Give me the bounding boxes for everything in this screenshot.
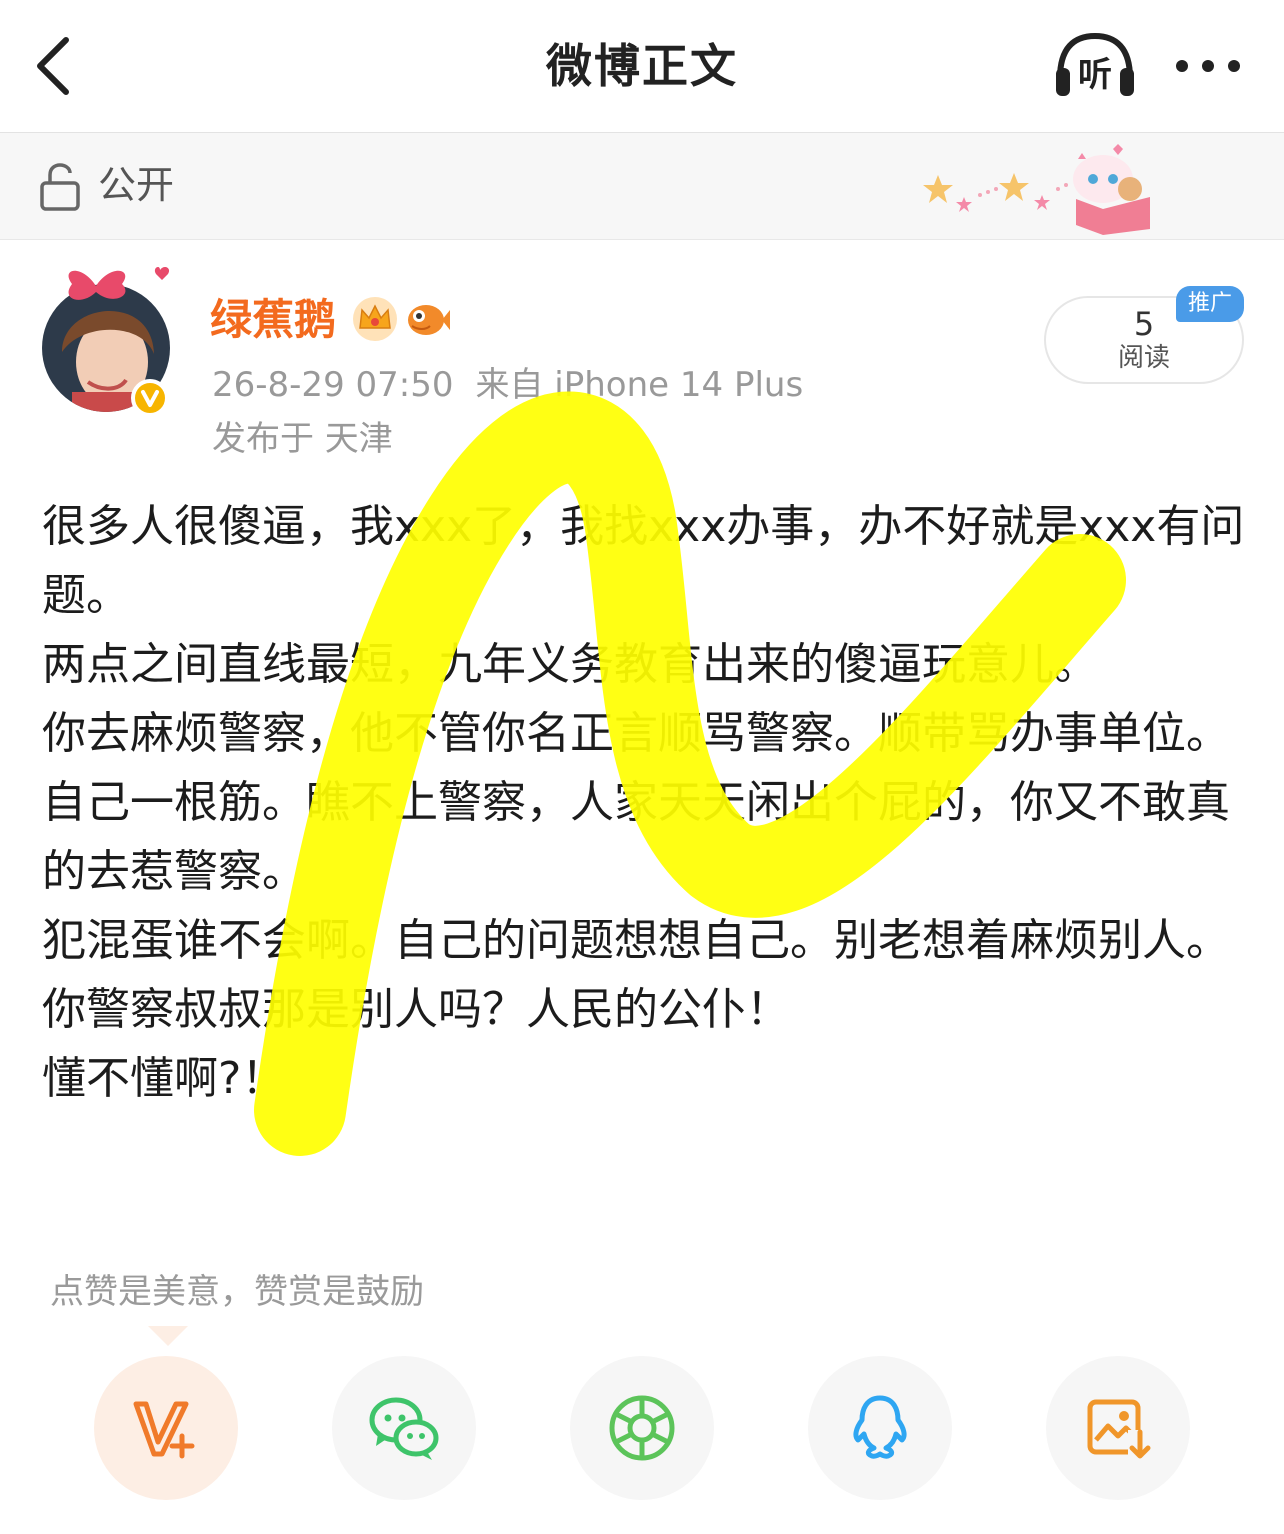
post-location: 发布于 天津: [212, 419, 393, 459]
post-paragraph: 两点之间直线最短，九年义务教育出来的傻逼玩意儿。: [42, 639, 1098, 690]
author-name[interactable]: 绿蕉鹅: [210, 290, 336, 350]
post-paragraph: 自己一根筋。瞧不上警察，人家天天闲出个屁的，你又不敢真的去惹警察。: [42, 777, 1230, 897]
post-time: 26-8-29 07:50: [212, 365, 454, 405]
avatar-image: [42, 267, 170, 417]
post-paragraph: 懂不懂啊?！: [42, 1053, 286, 1104]
post-meta: 26-8-29 07:50 来自 iPhone 14 Plus: [212, 360, 803, 410]
reward-button[interactable]: [94, 1356, 238, 1500]
read-label: 阅读: [1117, 343, 1170, 373]
post-paragraph: 犯混蛋谁不会啊。自己的问题想想自己。别老想着麻烦别人。你警察叔叔那是别人吗？人民…: [42, 915, 1230, 1035]
reward-tip: 点赞是美意，赞赏是鼓励: [50, 1272, 424, 1312]
more-button[interactable]: [1168, 46, 1248, 86]
share-wechat-button[interactable]: [332, 1356, 476, 1500]
tip-caret: [148, 1326, 188, 1346]
fish-badge-icon: [408, 305, 450, 335]
back-button[interactable]: [30, 34, 86, 98]
decoration-sticker: [923, 144, 1150, 235]
more-dots-icon: [1176, 60, 1240, 72]
listen-button[interactable]: 听: [1052, 30, 1138, 100]
svg-text:听: 听: [1078, 55, 1112, 95]
save-image-icon: [1087, 1399, 1151, 1460]
qq-icon: [853, 1395, 907, 1459]
chevron-left-icon: [37, 37, 69, 95]
moments-icon: [609, 1395, 675, 1461]
avatar[interactable]: [42, 262, 202, 422]
unlock-icon: [40, 163, 80, 211]
post-source[interactable]: 来自 iPhone 14 Plus: [476, 365, 804, 405]
visibility-label: 公开: [98, 163, 175, 207]
share-moments-button[interactable]: [570, 1356, 714, 1500]
crown-badge-icon: [353, 297, 397, 341]
share-qq-button[interactable]: [808, 1356, 952, 1500]
headphones-icon: 听: [1056, 32, 1134, 96]
save-image-button[interactable]: [1046, 1356, 1190, 1500]
post-paragraph: 很多人很傻逼，我xxx了，我找xxx办事，办不好就是xxx有问题。: [42, 501, 1245, 621]
visibility-bar: 公开: [0, 133, 1284, 240]
wechat-icon: [369, 1397, 439, 1460]
post-paragraph: 你去麻烦警察，他不管你名正言顺骂警察。顺带骂办事单位。: [42, 708, 1230, 759]
v-plus-icon: [133, 1401, 195, 1459]
post-content: 很多人很傻逼，我xxx了，我找xxx办事，办不好就是xxx有问题。 两点之间直线…: [42, 492, 1252, 1113]
top-bar: 微博正文 听: [0, 0, 1284, 133]
promo-badge: 推广: [1176, 286, 1244, 322]
